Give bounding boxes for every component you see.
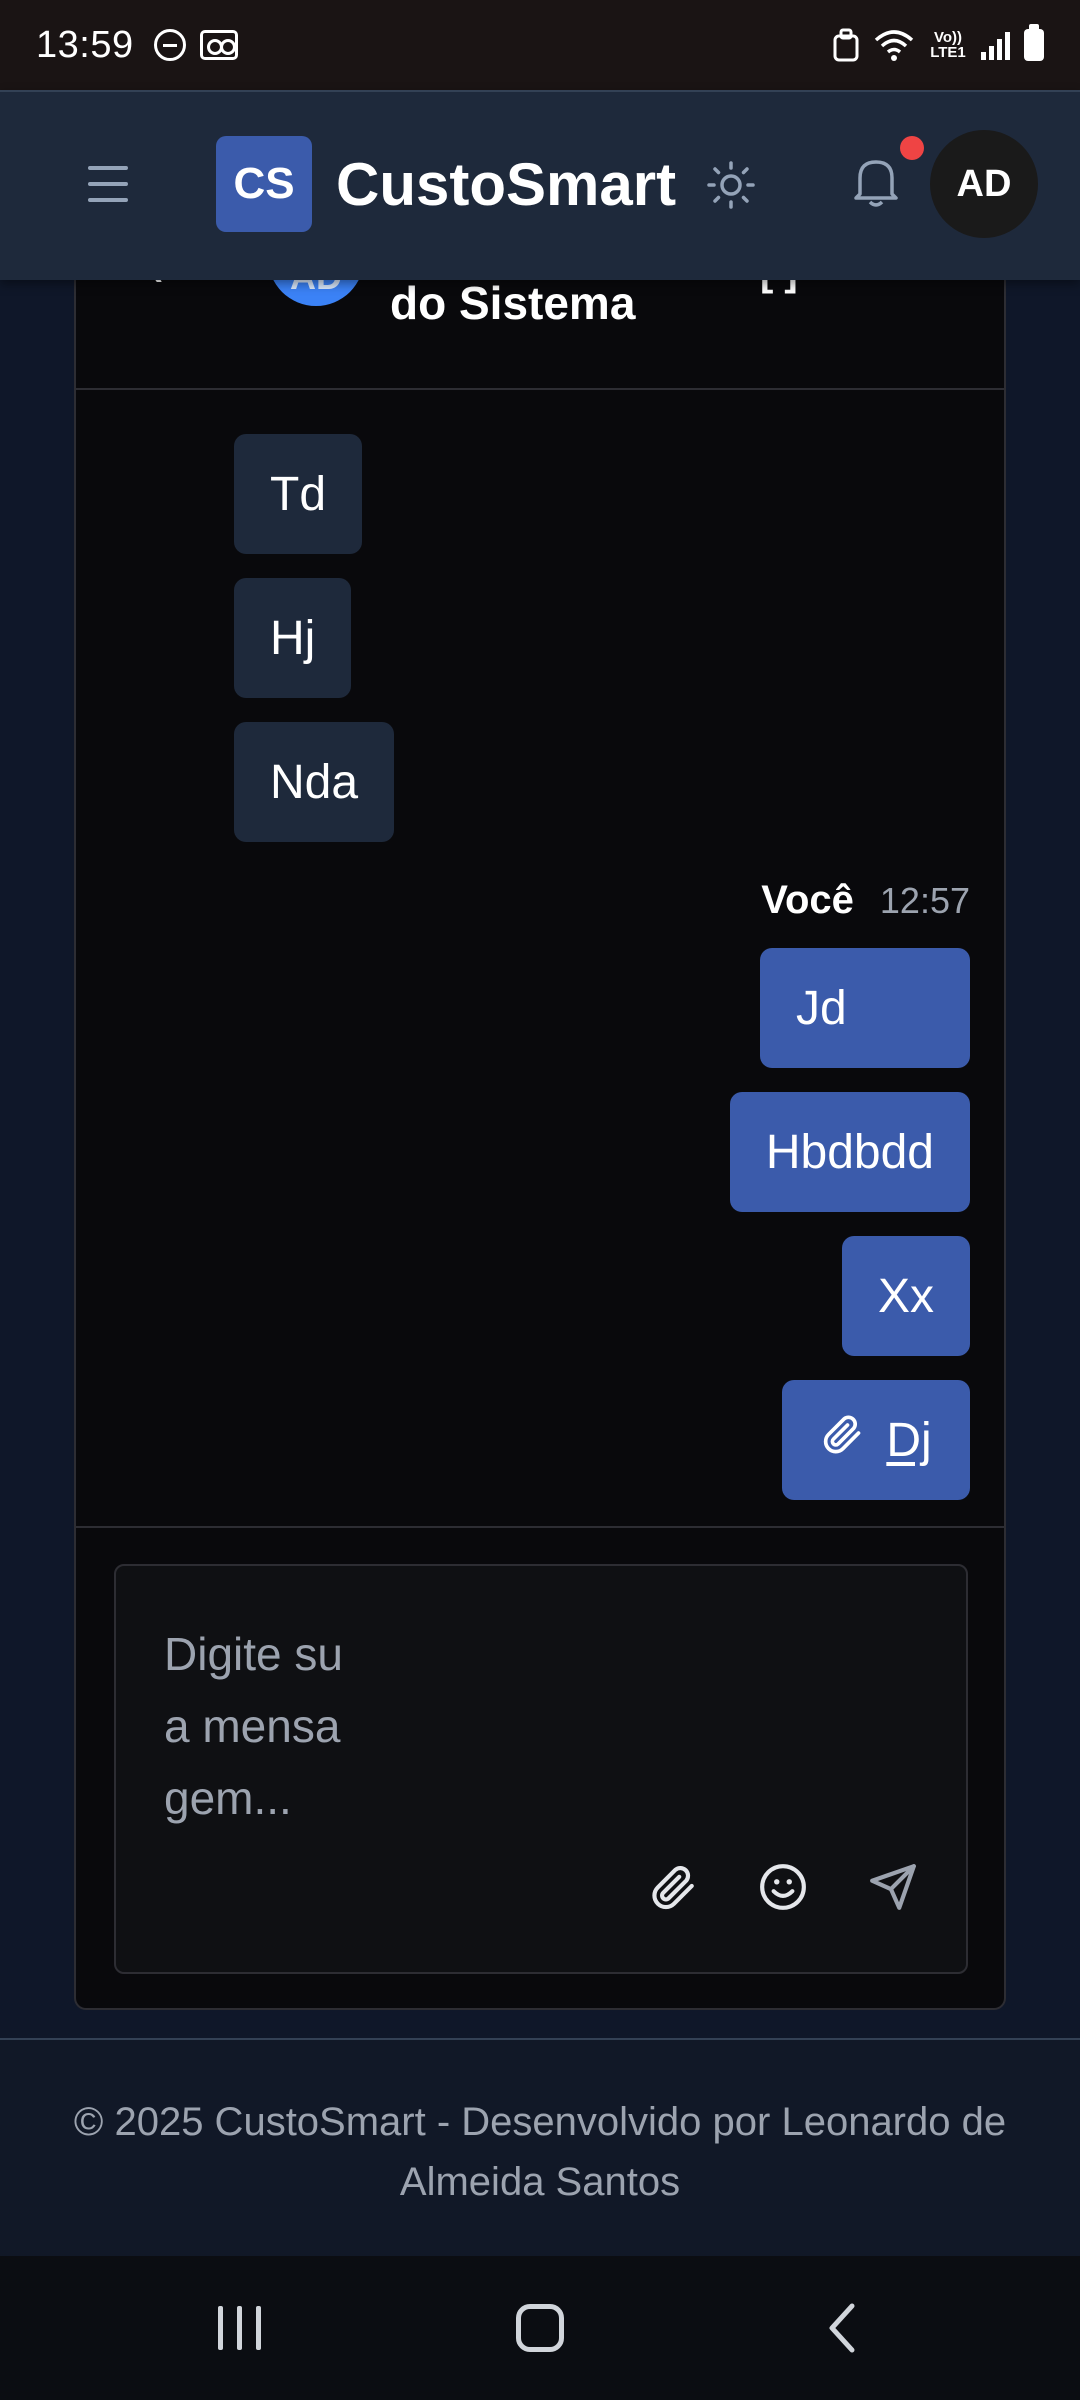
sender-name: Você: [761, 878, 854, 922]
incoming-message: Nda: [234, 722, 395, 842]
message-time: 12:57: [879, 880, 970, 921]
back-icon[interactable]: [824, 2302, 860, 2359]
brand-logo[interactable]: CS: [216, 136, 312, 232]
send-icon[interactable]: [868, 1862, 918, 1912]
recent-apps-icon[interactable]: [218, 2306, 261, 2350]
message-input[interactable]: Digite sua mensagem...: [164, 1618, 354, 1834]
outgoing-message-text: Jd: [796, 981, 847, 1035]
incoming-message: Hj: [234, 578, 352, 698]
sun-icon[interactable]: [706, 160, 756, 215]
wifi-icon: [873, 28, 915, 62]
composer-actions: [648, 1862, 918, 1912]
signal-icon: [981, 30, 1010, 60]
composer-divider: [76, 1526, 1004, 1528]
outgoing-message: Xx: [841, 1236, 970, 1356]
app-screen: 13:59 Vo)) LTE1 CS CustoSmart AD ‹ AD do…: [0, 0, 1080, 2400]
page-footer: © 2025 CustoSmart - Desenvolvido por Leo…: [0, 2040, 1080, 2256]
outgoing-message: Hbdbdd: [729, 1092, 970, 1212]
chat-header: ‹ AD do Sistema [ ] ·: [76, 270, 1004, 390]
app-header: CS CustoSmart: [0, 90, 1080, 280]
voicemail-icon: [199, 30, 238, 60]
network-label: Vo)) LTE1: [930, 29, 966, 61]
message-list: Td Hj Nda Você 12:57 Jd Hbdbdd Xx Dj: [76, 392, 1004, 1526]
incoming-message: Td: [234, 434, 363, 554]
secure-folder-icon: [833, 28, 859, 62]
message-composer[interactable]: Digite sua mensagem...: [114, 1564, 968, 1974]
footer-text: © 2025 CustoSmart - Desenvolvido por Leo…: [73, 2100, 1007, 2204]
chat-partner-name: do Sistema: [390, 277, 636, 329]
battery-icon: [1024, 24, 1044, 61]
attach-file-icon[interactable]: [648, 1862, 698, 1912]
status-bar: 13:59 Vo)) LTE1: [0, 0, 1080, 90]
status-time: 13:59: [36, 23, 134, 66]
status-right-icons: Vo)) LTE1: [833, 24, 1044, 62]
outgoing-sender-line: Você 12:57: [761, 878, 970, 923]
chat-panel: ‹ AD do Sistema [ ] · Td Hj Nda Você 12:…: [74, 270, 1006, 2010]
home-icon[interactable]: [516, 2304, 564, 2352]
outgoing-message: Jd: [760, 948, 970, 1068]
bell-icon[interactable]: [852, 154, 900, 213]
do-not-disturb-icon: [153, 29, 186, 61]
status-left-icons: [153, 29, 238, 61]
outgoing-attachment-message[interactable]: Dj: [782, 1380, 970, 1500]
emoji-icon[interactable]: [758, 1862, 808, 1912]
attachment-link[interactable]: Dj: [886, 1413, 931, 1468]
menu-icon[interactable]: [88, 166, 128, 202]
user-avatar[interactable]: AD: [930, 130, 1038, 238]
system-nav-bar: [0, 2256, 1080, 2400]
paperclip-icon: [820, 1412, 864, 1468]
brand-name[interactable]: CustoSmart: [336, 150, 676, 219]
notification-dot: [900, 136, 924, 160]
